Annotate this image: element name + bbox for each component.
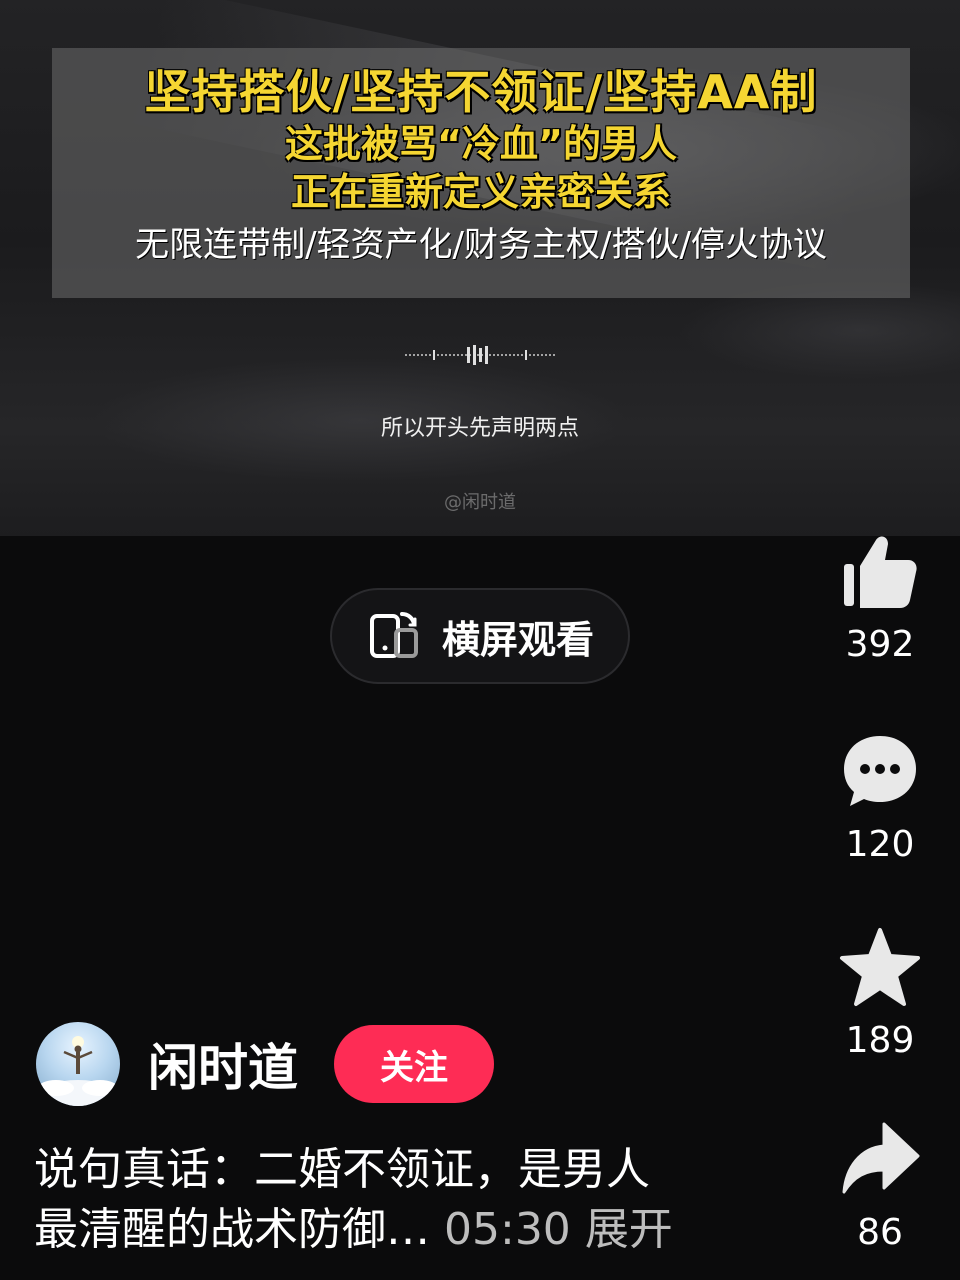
avatar-image (38, 1036, 118, 1106)
follow-button[interactable]: 关注 (334, 1025, 494, 1103)
author-row: 闲时道 关注 (36, 1022, 494, 1106)
caption-line-2: 这批被骂“冷血”的男人 (285, 122, 677, 166)
caption-line-4: 无限连带制/轻资产化/财务主权/搭伙/停火协议 (135, 225, 827, 265)
star-icon (840, 928, 920, 1006)
expand-button[interactable]: 展开 (585, 1204, 673, 1255)
favorite-count: 189 (845, 1020, 915, 1061)
caption-line-3: 正在重新定义亲密关系 (290, 170, 671, 214)
author-name[interactable]: 闲时道 (148, 1028, 298, 1100)
favorite-button[interactable]: 189 (820, 926, 940, 1061)
video-watermark: @闲时道 (444, 492, 516, 513)
avatar[interactable] (36, 1022, 120, 1106)
comment-count: 120 (845, 824, 915, 865)
landscape-view-label: 横屏观看 (441, 617, 594, 662)
rotate-screen-icon (369, 611, 418, 658)
description-line-1: 说句真话：二婚不领证，是男人 (34, 1144, 650, 1195)
caption-line-1: 坚持搭伙/坚持不领证/坚持AA制 (144, 65, 818, 119)
comment-button[interactable]: 120 (820, 730, 940, 865)
description-line-2: 最清醒的战术防御… (34, 1204, 430, 1255)
like-count: 392 (845, 624, 915, 665)
video-duration: 05:30 (444, 1204, 571, 1255)
share-button[interactable]: 86 (820, 1118, 940, 1253)
share-icon (842, 1122, 920, 1194)
audio-wave-icon (405, 345, 555, 365)
video-description[interactable]: 说句真话：二婚不领证，是男人 最清醒的战术防御… 05:30 展开 (34, 1140, 794, 1260)
video-caption-box: 坚持搭伙/坚持不领证/坚持AA制 这批被骂“冷血”的男人 正在重新定义亲密关系 … (52, 48, 910, 298)
video-subtitle: 所以开头先声明两点 (380, 416, 579, 441)
landscape-view-button[interactable]: 横屏观看 (330, 588, 630, 684)
share-count: 86 (857, 1212, 903, 1253)
comment-icon (844, 736, 916, 806)
like-button[interactable]: 392 (820, 530, 940, 665)
thumbs-up-icon (844, 536, 917, 608)
video-player[interactable]: 坚持搭伙/坚持不领证/坚持AA制 这批被骂“冷血”的男人 正在重新定义亲密关系 … (0, 0, 960, 536)
